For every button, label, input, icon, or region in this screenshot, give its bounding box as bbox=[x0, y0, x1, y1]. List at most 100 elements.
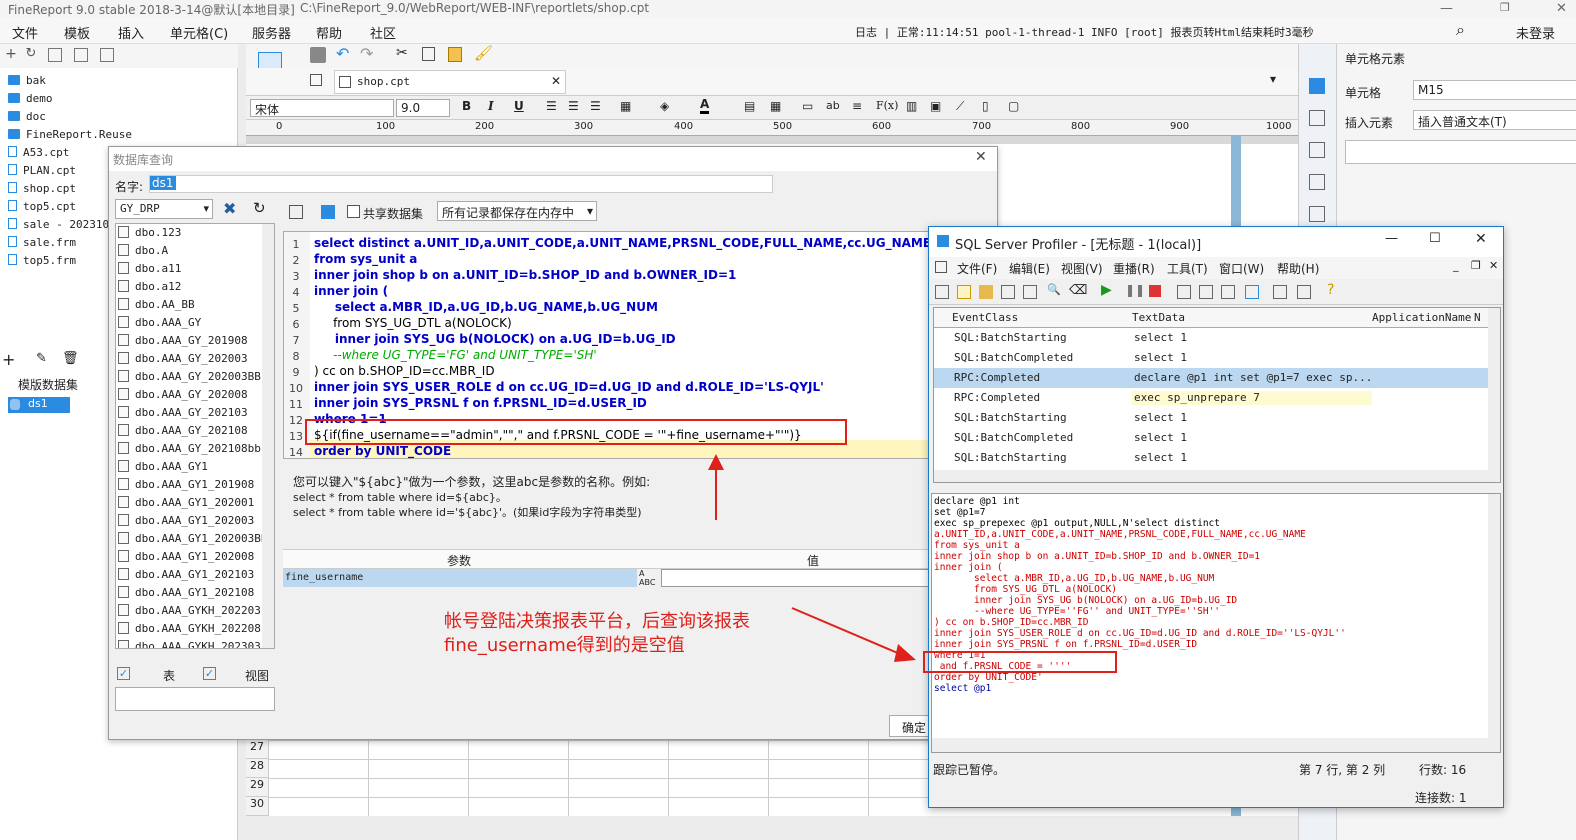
close-icon[interactable]: ✕ bbox=[1475, 231, 1487, 247]
minimize-icon[interactable]: — bbox=[1440, 1, 1453, 16]
menu-view[interactable]: 视图(V) bbox=[1061, 260, 1103, 277]
table-row[interactable]: SQL:BatchStarting select 1 bbox=[934, 448, 1490, 468]
image-icon[interactable]: ▣ bbox=[930, 99, 941, 113]
table-row[interactable]: SQL:BatchCompleted select 1 bbox=[934, 428, 1490, 448]
slash-icon[interactable]: ⟋ bbox=[956, 99, 964, 114]
folder-icon[interactable] bbox=[48, 48, 62, 62]
delete-icon[interactable]: 🗑 bbox=[62, 351, 79, 366]
file-item[interactable]: bak bbox=[8, 74, 46, 91]
table-row[interactable]: SQL:BatchStarting select 1 bbox=[934, 408, 1490, 428]
close-icon[interactable]: ✕ bbox=[1489, 259, 1498, 272]
file-item[interactable]: PLAN.cpt bbox=[8, 164, 76, 181]
menu-server[interactable]: 服务器 bbox=[252, 23, 291, 42]
list-item[interactable]: dbo.AAA_GY1_202008 bbox=[118, 550, 254, 568]
tab-shop[interactable]: shop.cpt ✕ bbox=[334, 70, 566, 94]
richtext-icon[interactable]: ≡ bbox=[852, 99, 862, 113]
param-icon[interactable] bbox=[321, 205, 335, 219]
list-item[interactable]: dbo.AAA_GY_202003BB bbox=[118, 370, 261, 388]
float-element-icon[interactable] bbox=[1309, 142, 1325, 158]
list-item[interactable]: dbo.AAA_GY_202003 bbox=[118, 352, 248, 370]
save-icon[interactable] bbox=[310, 47, 326, 63]
copy-icon[interactable] bbox=[422, 47, 435, 61]
formula-icon[interactable]: F(x) bbox=[876, 99, 898, 112]
scroll-icon[interactable] bbox=[1245, 285, 1259, 299]
list-item[interactable]: dbo.AAA_GY1 bbox=[118, 460, 208, 478]
open-icon[interactable] bbox=[979, 285, 993, 299]
minimize-icon[interactable]: _ bbox=[1453, 259, 1459, 272]
table-row[interactable]: RPC:Completed exec sp_unprepare 7 bbox=[934, 388, 1490, 408]
undo-icon[interactable]: ↶ bbox=[336, 44, 349, 63]
h-scrollbar[interactable] bbox=[934, 470, 1500, 482]
add-dataset-icon[interactable]: + bbox=[2, 350, 15, 369]
restore-icon[interactable]: ❐ bbox=[1471, 259, 1481, 272]
file-item[interactable]: FineReport.Reuse bbox=[8, 128, 132, 145]
table-row[interactable]: SQL:BatchStarting select 1 bbox=[934, 328, 1490, 348]
name-input[interactable]: ds1 bbox=[149, 175, 773, 193]
grid-icon[interactable] bbox=[310, 74, 322, 86]
delete-icon[interactable] bbox=[100, 48, 114, 62]
align-left-icon[interactable]: ☰ bbox=[546, 99, 557, 113]
new-icon[interactable] bbox=[957, 285, 971, 299]
event-table[interactable]: EventClass TextData ApplicationName N SQ… bbox=[933, 307, 1501, 483]
maximize-icon[interactable]: ☐ bbox=[1429, 231, 1441, 246]
file-item[interactable]: top5.frm bbox=[8, 254, 76, 271]
text-field-icon[interactable]: ▭ bbox=[802, 99, 813, 113]
list-item[interactable]: dbo.123 bbox=[118, 226, 181, 244]
lock-icon[interactable] bbox=[74, 48, 88, 62]
preview-icon[interactable] bbox=[289, 205, 303, 219]
search-icon[interactable]: ⌕ bbox=[1456, 20, 1465, 40]
share-checkbox[interactable] bbox=[347, 205, 360, 218]
list-item[interactable]: dbo.AAA_GY_201908 bbox=[118, 334, 248, 352]
list-item[interactable]: dbo.AAA_GY1_202108 bbox=[118, 586, 254, 604]
menu-template[interactable]: 模板 bbox=[64, 23, 90, 42]
file-item[interactable]: doc bbox=[8, 110, 46, 127]
chart-icon[interactable]: ▥ bbox=[906, 99, 917, 113]
menu-cell[interactable]: 单元格(C) bbox=[170, 23, 228, 42]
list-item[interactable]: dbo.AAA_GYKH_202203 bbox=[118, 604, 261, 622]
list-item[interactable]: dbo.AAA_GY1_202103 bbox=[118, 568, 254, 586]
pause-icon[interactable]: ❚❚ bbox=[1125, 283, 1145, 297]
refresh-icon[interactable]: ↻ bbox=[24, 47, 38, 62]
param-name-cell[interactable]: fine_username bbox=[283, 569, 637, 587]
condition-icon[interactable] bbox=[1309, 206, 1325, 222]
menu-replay[interactable]: 重播(R) bbox=[1113, 260, 1155, 277]
list-item[interactable]: dbo.AAA_GY_202108bb bbox=[118, 442, 261, 460]
restore-icon[interactable]: ❐ bbox=[1500, 1, 1510, 14]
redo-icon[interactable]: ↷ bbox=[360, 44, 373, 63]
refresh-icon[interactable]: ↻ bbox=[253, 199, 266, 217]
text-type-icon[interactable]: A ABC bbox=[639, 569, 655, 587]
menu-file[interactable]: 文件 bbox=[12, 23, 38, 42]
menu-help[interactable]: 帮助 bbox=[316, 23, 342, 42]
edit-icon[interactable]: ✎ bbox=[36, 351, 47, 366]
clear-icon[interactable]: ⌫ bbox=[1069, 283, 1087, 298]
file-item[interactable]: top5.cpt bbox=[8, 200, 76, 217]
scrollbar[interactable] bbox=[1488, 494, 1500, 738]
add-icon[interactable]: + bbox=[4, 47, 18, 62]
file-item[interactable]: demo bbox=[8, 92, 53, 109]
login-status[interactable]: 未登录 bbox=[1516, 23, 1555, 42]
merge-icon[interactable]: ▤ bbox=[744, 99, 755, 113]
table-row[interactable]: SQL:BatchCompleted select 1 bbox=[934, 348, 1490, 368]
properties-icon[interactable] bbox=[1023, 285, 1037, 299]
cell-attr-icon[interactable] bbox=[1309, 110, 1325, 126]
tab-menu-icon[interactable]: ▾ bbox=[1270, 72, 1276, 86]
columns-icon[interactable] bbox=[1221, 285, 1235, 299]
close-icon[interactable]: ✕ bbox=[1556, 1, 1567, 16]
table-row-selected[interactable]: RPC:Completed declare @p1 int set @p1=7 e… bbox=[934, 368, 1490, 388]
file-item[interactable]: sale - 2023102 bbox=[8, 218, 116, 235]
fill-color-icon[interactable]: ◈ bbox=[660, 99, 669, 113]
cell-content-input[interactable] bbox=[1345, 140, 1576, 164]
save-icon[interactable] bbox=[1001, 285, 1015, 299]
font-size-select[interactable]: 9.0 bbox=[396, 99, 450, 117]
template-icon[interactable] bbox=[1177, 285, 1191, 299]
list-item[interactable]: dbo.AAA_GY1_202003BB bbox=[118, 532, 267, 550]
settings-icon[interactable]: ✖ bbox=[223, 199, 236, 218]
unmerge-icon[interactable]: ▦ bbox=[770, 99, 781, 113]
table-search-input[interactable] bbox=[115, 687, 275, 711]
cell-element-icon[interactable] bbox=[1309, 78, 1325, 94]
file-item[interactable]: shop.cpt bbox=[8, 182, 76, 199]
menu-tools[interactable]: 工具(T) bbox=[1167, 260, 1208, 277]
connection-select[interactable]: GY_DRP ▾ bbox=[115, 199, 213, 219]
italic-icon[interactable]: I bbox=[488, 99, 494, 113]
list-item[interactable]: dbo.AAA_GY1_202001 bbox=[118, 496, 254, 514]
